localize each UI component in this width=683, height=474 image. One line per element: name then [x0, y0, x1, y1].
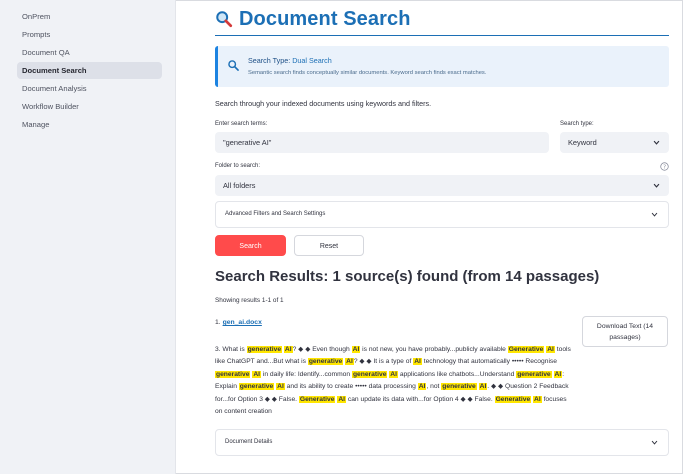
chevron-down-icon [651, 440, 658, 445]
chevron-down-icon [651, 212, 658, 217]
page-header: Document Search [215, 4, 411, 34]
search-type-value: Dual Search [292, 56, 332, 65]
magnifier-icon [216, 11, 233, 28]
search-type-description: Semantic search finds conceptually simil… [248, 70, 487, 76]
sidebar-item-onprem[interactable]: OnPrem [17, 8, 162, 25]
highlighted-term: generative [351, 370, 388, 378]
snippet-text: ? ◆ ◆ It is a type of [353, 358, 414, 366]
snippet-text: and its ability to create ••••• data pro… [284, 383, 418, 391]
sidebar-item-manage[interactable]: Manage [17, 116, 162, 133]
title-divider [215, 35, 669, 36]
highlighted-term: AI [337, 395, 347, 403]
result-index: 1. [215, 319, 223, 326]
highlighted-term: AI [553, 370, 563, 378]
sidebar-item-document-analysis[interactable]: Document Analysis [17, 80, 162, 97]
search-type-info-box: Search Type: Dual Search Semantic search… [215, 46, 669, 87]
intro-text: Search through your indexed documents us… [215, 99, 432, 108]
search-type-select[interactable]: Keyword [560, 132, 669, 153]
snippet-text: in daily life: Identify...common [261, 370, 352, 378]
snippet-text: is not new, you have probably...publicly… [360, 346, 508, 353]
highlighted-term: generative [238, 383, 275, 391]
svg-text:?: ? [663, 164, 666, 170]
highlighted-term: Generative [298, 395, 336, 403]
chevron-down-icon [653, 183, 660, 188]
advanced-filters-label: Advanced Filters and Search Settings [225, 211, 326, 217]
reset-button[interactable]: Reset [294, 235, 364, 256]
search-icon [228, 60, 239, 71]
sidebar-item-workflow-builder[interactable]: Workflow Builder [17, 98, 162, 115]
search-type-select-value: Keyword [568, 138, 597, 147]
snippet-text: applications like chatbots...Understand [397, 370, 517, 378]
highlighted-term: AI [351, 346, 361, 353]
highlighted-term: AI [345, 358, 354, 366]
sidebar-item-document-search[interactable]: Document Search [17, 62, 162, 79]
sidebar-item-document-qa[interactable]: Document QA [17, 44, 162, 61]
page-title: Document Search [239, 7, 411, 30]
highlighted-term: AI [276, 383, 285, 391]
highlighted-term: generative [516, 370, 552, 378]
search-type-label: Search Type: [248, 56, 293, 65]
highlighted-term: generative [215, 370, 251, 378]
highlighted-term: AI [478, 383, 488, 391]
help-icon[interactable]: ? [660, 162, 669, 171]
highlighted-term: AI [533, 395, 542, 403]
highlighted-term: AI [389, 370, 398, 378]
search-button[interactable]: Search [215, 235, 286, 256]
highlighted-term: Generative [507, 346, 545, 353]
folder-select[interactable]: All folders [215, 175, 669, 196]
sidebar-item-prompts[interactable]: Prompts [17, 26, 162, 43]
highlighted-term: generative [307, 358, 344, 366]
highlighted-term: generative [246, 346, 283, 353]
snippet-text: ? ◆ ◆ Even though [292, 346, 352, 353]
sidebar: OnPrem Prompts Document QA Document Sear… [0, 0, 176, 474]
result-file-link[interactable]: gen_ai.docx [223, 319, 262, 326]
advanced-filters-expander[interactable]: Advanced Filters and Search Settings [215, 201, 669, 228]
highlighted-term: AI [546, 346, 555, 353]
highlighted-term: Generative [494, 395, 532, 403]
highlighted-term: AI [283, 346, 293, 353]
results-title: Search Results: 1 source(s) found (from … [215, 268, 600, 285]
snippet-text: , not [426, 383, 442, 391]
result-snippet: 3. What is generative AI? ◆ ◆ Even thoug… [215, 344, 575, 418]
highlighted-term: AI [252, 370, 262, 378]
search-terms-label: Enter search terms: [215, 121, 268, 127]
document-details-expander[interactable]: Document Details [215, 429, 669, 456]
search-type-select-label: Search type: [560, 121, 594, 127]
folder-select-value: All folders [223, 181, 256, 190]
result-heading: 1. gen_ai.docx [215, 319, 262, 326]
results-count: Showing results 1-1 of 1 [215, 297, 284, 304]
search-type-line: Search Type: Dual Search [248, 56, 332, 65]
snippet-text: technology that automatically ••••• Reco… [421, 358, 557, 366]
snippet-text: can update its data with...for Option 4 … [346, 395, 495, 403]
search-terms-input[interactable]: "generative AI" [215, 132, 549, 153]
download-text-button[interactable]: Download Text (14 passages) [582, 316, 668, 347]
chevron-down-icon [653, 140, 660, 145]
highlighted-term: generative [441, 383, 477, 391]
document-details-label: Document Details [225, 439, 273, 445]
sidebar-nav: OnPrem Prompts Document QA Document Sear… [0, 0, 175, 133]
snippet-text: 3. What is [215, 346, 247, 353]
folder-label: Folder to search: [215, 163, 261, 169]
highlighted-term: AI [413, 358, 422, 366]
